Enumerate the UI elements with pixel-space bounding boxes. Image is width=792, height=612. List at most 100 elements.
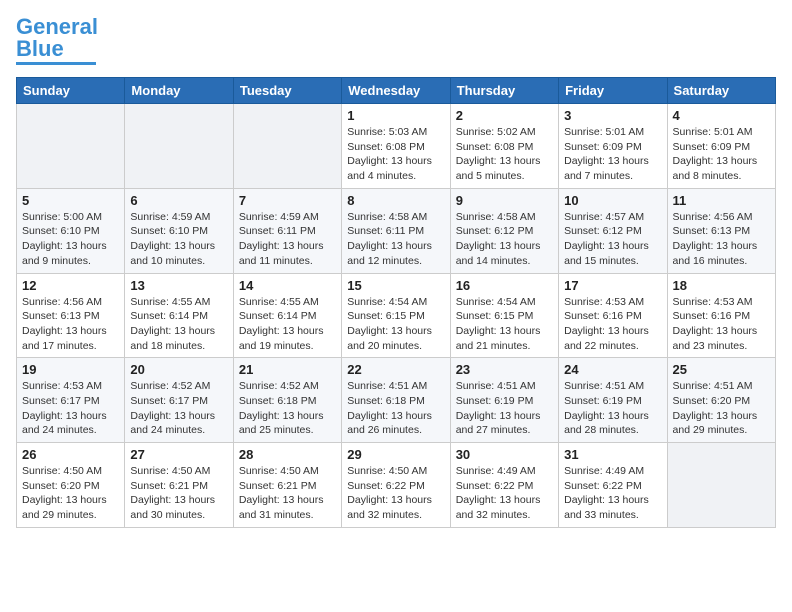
day-info: Sunrise: 4:51 AMSunset: 6:20 PMDaylight:…	[673, 379, 770, 438]
day-number: 10	[564, 193, 661, 208]
day-info: Sunrise: 4:49 AMSunset: 6:22 PMDaylight:…	[456, 464, 553, 523]
day-number: 21	[239, 362, 336, 377]
calendar-cell: 13 Sunrise: 4:55 AMSunset: 6:14 PMDayligh…	[125, 273, 233, 358]
day-info: Sunrise: 4:53 AMSunset: 6:17 PMDaylight:…	[22, 379, 119, 438]
week-row-5: 26 Sunrise: 4:50 AMSunset: 6:20 PMDayligh…	[17, 443, 776, 528]
calendar-cell: 2Sunrise: 5:02 AMSunset: 6:08 PMDaylight…	[450, 104, 558, 189]
day-number: 1	[347, 108, 444, 123]
day-number: 13	[130, 278, 227, 293]
calendar-cell: 4 Sunrise: 5:01 AMSunset: 6:09 PMDaylight…	[667, 104, 775, 189]
calendar-cell: 16Sunrise: 4:54 AMSunset: 6:15 PMDayligh…	[450, 273, 558, 358]
day-info: Sunrise: 4:51 AMSunset: 6:19 PMDaylight:…	[564, 379, 661, 438]
day-info: Sunrise: 4:59 AMSunset: 6:11 PMDaylight:…	[239, 210, 336, 269]
day-number: 7	[239, 193, 336, 208]
day-number: 26	[22, 447, 119, 462]
calendar-cell: 23 Sunrise: 4:51 AMSunset: 6:19 PMDayligh…	[450, 358, 558, 443]
day-info: Sunrise: 5:02 AMSunset: 6:08 PMDaylight:…	[456, 125, 553, 184]
logo-text: General Blue	[16, 16, 98, 60]
day-number: 11	[673, 193, 770, 208]
day-info: Sunrise: 4:56 AMSunset: 6:13 PMDaylight:…	[673, 210, 770, 269]
day-number: 31	[564, 447, 661, 462]
calendar-cell: 20 Sunrise: 4:52 AMSunset: 6:17 PMDayligh…	[125, 358, 233, 443]
day-info: Sunrise: 4:57 AMSunset: 6:12 PMDaylight:…	[564, 210, 661, 269]
day-info: Sunrise: 4:53 AMSunset: 6:16 PMDaylight:…	[673, 295, 770, 354]
day-info: Sunrise: 4:50 AMSunset: 6:22 PMDaylight:…	[347, 464, 444, 523]
weekday-header-tuesday: Tuesday	[233, 78, 341, 104]
day-number: 20	[130, 362, 227, 377]
week-row-1: 1Sunrise: 5:03 AMSunset: 6:08 PMDaylight…	[17, 104, 776, 189]
calendar-cell	[125, 104, 233, 189]
day-number: 24	[564, 362, 661, 377]
calendar-cell	[233, 104, 341, 189]
calendar-cell: 27Sunrise: 4:50 AMSunset: 6:21 PMDayligh…	[125, 443, 233, 528]
weekday-header-row: SundayMondayTuesdayWednesdayThursdayFrid…	[17, 78, 776, 104]
day-info: Sunrise: 4:51 AMSunset: 6:18 PMDaylight:…	[347, 379, 444, 438]
calendar-cell: 24 Sunrise: 4:51 AMSunset: 6:19 PMDayligh…	[559, 358, 667, 443]
weekday-header-wednesday: Wednesday	[342, 78, 450, 104]
calendar-cell: 29 Sunrise: 4:50 AMSunset: 6:22 PMDayligh…	[342, 443, 450, 528]
day-number: 9	[456, 193, 553, 208]
logo: General Blue	[16, 16, 98, 65]
day-info: Sunrise: 4:51 AMSunset: 6:19 PMDaylight:…	[456, 379, 553, 438]
calendar-cell: 6 Sunrise: 4:59 AMSunset: 6:10 PMDaylight…	[125, 188, 233, 273]
logo-blue: Blue	[16, 36, 64, 61]
page-header: General Blue	[16, 16, 776, 65]
day-info: Sunrise: 4:59 AMSunset: 6:10 PMDaylight:…	[130, 210, 227, 269]
calendar-cell: 26 Sunrise: 4:50 AMSunset: 6:20 PMDayligh…	[17, 443, 125, 528]
day-number: 30	[456, 447, 553, 462]
calendar-cell: 14 Sunrise: 4:55 AMSunset: 6:14 PMDayligh…	[233, 273, 341, 358]
weekday-header-sunday: Sunday	[17, 78, 125, 104]
day-number: 29	[347, 447, 444, 462]
day-number: 8	[347, 193, 444, 208]
calendar-cell: 12 Sunrise: 4:56 AMSunset: 6:13 PMDayligh…	[17, 273, 125, 358]
day-info: Sunrise: 5:01 AMSunset: 6:09 PMDaylight:…	[564, 125, 661, 184]
day-number: 23	[456, 362, 553, 377]
calendar-cell: 15 Sunrise: 4:54 AMSunset: 6:15 PMDayligh…	[342, 273, 450, 358]
calendar-cell	[17, 104, 125, 189]
week-row-4: 19 Sunrise: 4:53 AMSunset: 6:17 PMDayligh…	[17, 358, 776, 443]
day-info: Sunrise: 5:00 AMSunset: 6:10 PMDaylight:…	[22, 210, 119, 269]
day-number: 14	[239, 278, 336, 293]
calendar-cell: 9Sunrise: 4:58 AMSunset: 6:12 PMDaylight…	[450, 188, 558, 273]
day-info: Sunrise: 4:54 AMSunset: 6:15 PMDaylight:…	[456, 295, 553, 354]
day-info: Sunrise: 4:54 AMSunset: 6:15 PMDaylight:…	[347, 295, 444, 354]
weekday-header-saturday: Saturday	[667, 78, 775, 104]
day-info: Sunrise: 4:52 AMSunset: 6:17 PMDaylight:…	[130, 379, 227, 438]
calendar-cell: 30 Sunrise: 4:49 AMSunset: 6:22 PMDayligh…	[450, 443, 558, 528]
day-number: 22	[347, 362, 444, 377]
calendar-cell: 19 Sunrise: 4:53 AMSunset: 6:17 PMDayligh…	[17, 358, 125, 443]
day-number: 6	[130, 193, 227, 208]
day-number: 19	[22, 362, 119, 377]
day-number: 28	[239, 447, 336, 462]
weekday-header-thursday: Thursday	[450, 78, 558, 104]
calendar-cell: 10 Sunrise: 4:57 AMSunset: 6:12 PMDayligh…	[559, 188, 667, 273]
calendar-cell: 17Sunrise: 4:53 AMSunset: 6:16 PMDayligh…	[559, 273, 667, 358]
day-info: Sunrise: 4:55 AMSunset: 6:14 PMDaylight:…	[239, 295, 336, 354]
calendar-cell: 3 Sunrise: 5:01 AMSunset: 6:09 PMDaylight…	[559, 104, 667, 189]
day-number: 5	[22, 193, 119, 208]
day-number: 25	[673, 362, 770, 377]
day-info: Sunrise: 4:50 AMSunset: 6:21 PMDaylight:…	[239, 464, 336, 523]
day-number: 12	[22, 278, 119, 293]
day-number: 18	[673, 278, 770, 293]
day-number: 4	[673, 108, 770, 123]
day-info: Sunrise: 5:01 AMSunset: 6:09 PMDaylight:…	[673, 125, 770, 184]
day-info: Sunrise: 4:55 AMSunset: 6:14 PMDaylight:…	[130, 295, 227, 354]
day-number: 3	[564, 108, 661, 123]
day-info: Sunrise: 4:53 AMSunset: 6:16 PMDaylight:…	[564, 295, 661, 354]
day-info: Sunrise: 4:50 AMSunset: 6:20 PMDaylight:…	[22, 464, 119, 523]
day-info: Sunrise: 4:56 AMSunset: 6:13 PMDaylight:…	[22, 295, 119, 354]
calendar-cell: 28 Sunrise: 4:50 AMSunset: 6:21 PMDayligh…	[233, 443, 341, 528]
week-row-3: 12 Sunrise: 4:56 AMSunset: 6:13 PMDayligh…	[17, 273, 776, 358]
day-info: Sunrise: 4:49 AMSunset: 6:22 PMDaylight:…	[564, 464, 661, 523]
weekday-header-monday: Monday	[125, 78, 233, 104]
weekday-header-friday: Friday	[559, 78, 667, 104]
calendar-cell: 7 Sunrise: 4:59 AMSunset: 6:11 PMDaylight…	[233, 188, 341, 273]
logo-underline	[16, 62, 96, 65]
calendar-cell: 8Sunrise: 4:58 AMSunset: 6:11 PMDaylight…	[342, 188, 450, 273]
calendar-cell: 25 Sunrise: 4:51 AMSunset: 6:20 PMDayligh…	[667, 358, 775, 443]
day-number: 15	[347, 278, 444, 293]
calendar-cell: 22 Sunrise: 4:51 AMSunset: 6:18 PMDayligh…	[342, 358, 450, 443]
calendar-cell: 31 Sunrise: 4:49 AMSunset: 6:22 PMDayligh…	[559, 443, 667, 528]
day-number: 27	[130, 447, 227, 462]
